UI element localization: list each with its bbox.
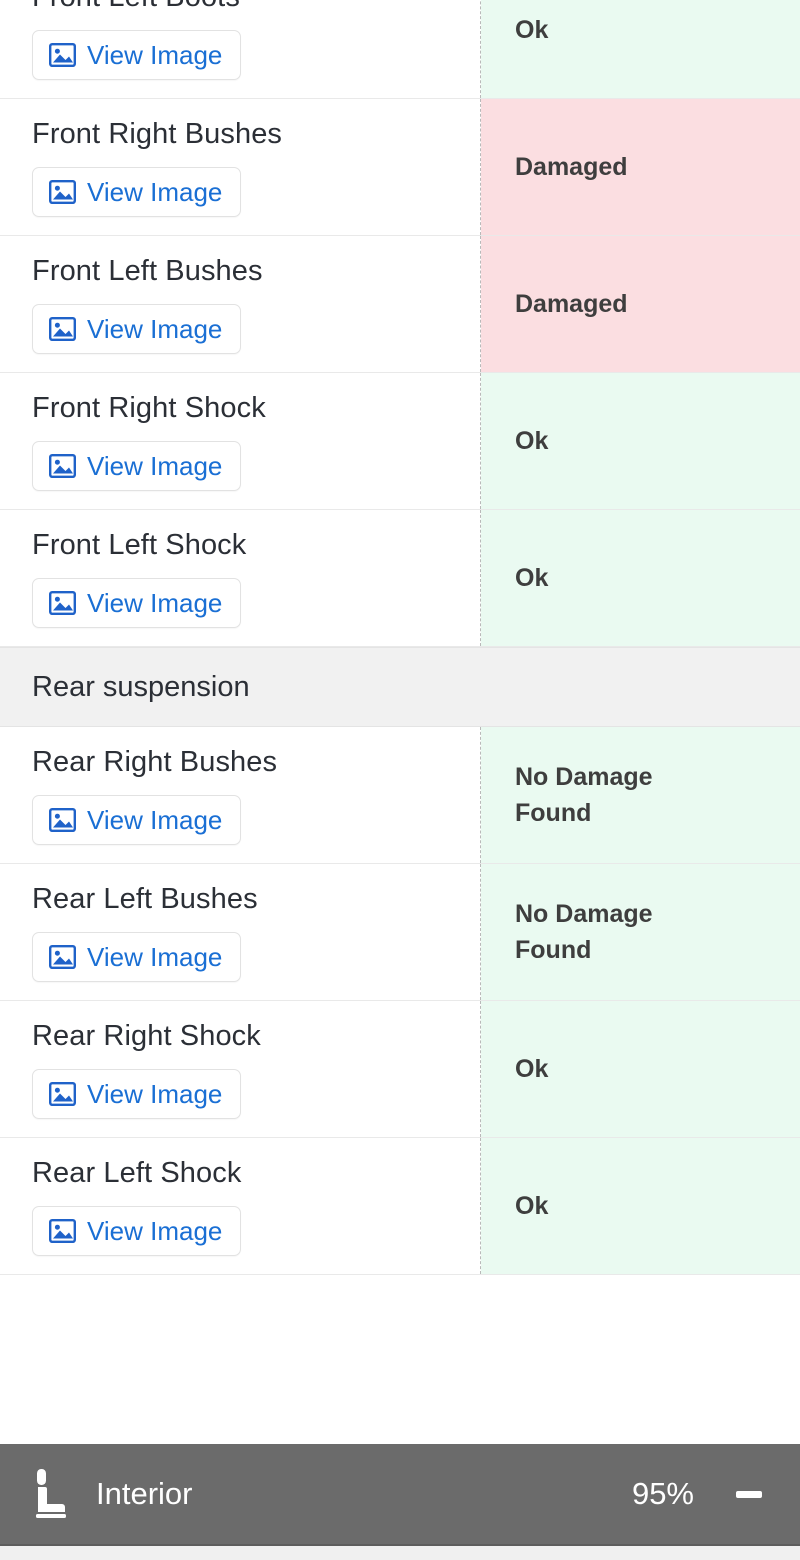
status-cell: Ok — [481, 510, 800, 646]
part-name: Front Left Bushes — [32, 255, 263, 287]
status-cell: Damaged — [481, 99, 800, 235]
table-row: Rear Right Shock View Image Ok — [0, 1001, 800, 1138]
inspection-table: Front Left BootsView ImageOkFront Right … — [0, 0, 800, 1275]
view-image-label: View Image — [87, 451, 223, 481]
status-cell: Ok — [481, 373, 800, 509]
car-seat-icon — [36, 1469, 66, 1518]
image-icon — [49, 808, 76, 832]
view-image-label: View Image — [87, 40, 223, 70]
view-image-label: View Image — [87, 177, 223, 207]
part-cell: Rear Left Bushes View Image — [0, 864, 481, 1000]
page-footer-strip — [0, 1546, 800, 1560]
minus-icon[interactable] — [736, 1490, 762, 1498]
image-icon — [49, 1082, 76, 1106]
status-badge: No Damage Found — [515, 763, 653, 827]
part-cell: Rear Right Bushes View Image — [0, 727, 481, 863]
status-cell: No Damage Found — [481, 864, 800, 1000]
part-cell: Front Right Bushes View Image — [0, 99, 481, 235]
part-cell: Front Right Shock View Image — [0, 373, 481, 509]
status-badge: Ok — [515, 1055, 549, 1083]
part-cell: Front Left Boots View Image — [0, 0, 481, 98]
part-name: Rear Right Bushes — [32, 746, 278, 778]
status-cell: No Damage Found — [481, 727, 800, 863]
view-image-label: View Image — [87, 942, 223, 972]
part-name: Rear Right Shock — [32, 1020, 261, 1052]
section-header-rear-suspension: Rear suspension — [0, 647, 800, 727]
part-name: Front Right Shock — [32, 392, 266, 424]
part-cell: Front Left Shock View Image — [0, 510, 481, 646]
part-name: Front Left Shock — [32, 529, 247, 561]
view-image-label: View Image — [87, 1216, 223, 1246]
part-name: Rear Left Bushes — [32, 883, 258, 915]
view-image-label: View Image — [87, 1079, 223, 1109]
status-cell: Ok — [481, 0, 800, 98]
status-badge: Ok — [515, 1192, 549, 1220]
table-row: Front Left Bushes View Image Damaged — [0, 236, 800, 373]
view-image-label: View Image — [87, 588, 223, 618]
image-icon — [49, 1219, 76, 1243]
status-badge: Damaged — [515, 290, 628, 318]
status-badge: No Damage Found — [515, 900, 653, 964]
section-title: Rear suspension — [32, 671, 250, 703]
part-name: Rear Left Shock — [32, 1157, 242, 1189]
view-image-button[interactable]: View Image — [32, 167, 242, 217]
status-cell: Ok — [481, 1001, 800, 1137]
status-badge: Damaged — [515, 153, 628, 181]
view-image-button[interactable]: View Image — [32, 1206, 242, 1256]
view-image-button[interactable]: View Image — [32, 578, 242, 628]
status-cell: Ok — [481, 1138, 800, 1274]
table-row: Rear Right Bushes View Image No Damage Fou… — [0, 727, 800, 864]
status-badge: Ok — [515, 16, 549, 44]
table-row: Front Right Shock View Image Ok — [0, 373, 800, 510]
image-icon — [49, 454, 76, 478]
view-image-button[interactable]: View Image — [32, 30, 242, 80]
image-icon — [49, 591, 76, 615]
image-icon — [49, 317, 76, 341]
view-image-label: View Image — [87, 314, 223, 344]
view-image-button[interactable]: View Image — [32, 304, 242, 354]
part-cell: Front Left Bushes View Image — [0, 236, 481, 372]
part-cell: Rear Right Shock View Image — [0, 1001, 481, 1137]
table-row: Rear Left Shock View Image Ok — [0, 1138, 800, 1275]
table-row: Front Right Bushes View Image Damaged — [0, 99, 800, 236]
view-image-label: View Image — [87, 805, 223, 835]
bottom-bar-label: Interior — [96, 1476, 193, 1511]
status-cell: Damaged — [481, 236, 800, 372]
image-icon — [49, 945, 76, 969]
view-image-button[interactable]: View Image — [32, 441, 242, 491]
bottom-section-bar-interior[interactable]: Interior 95% — [0, 1444, 800, 1546]
status-badge: Ok — [515, 427, 549, 455]
view-image-button[interactable]: View Image — [32, 795, 242, 845]
part-name: Front Left Boots — [32, 0, 240, 14]
image-icon — [49, 43, 76, 67]
bottom-bar-percent: 95% — [631, 1476, 694, 1511]
image-icon — [49, 180, 76, 204]
view-image-button[interactable]: View Image — [32, 932, 242, 982]
part-cell: Rear Left Shock View Image — [0, 1138, 481, 1274]
table-row: Front Left Shock View Image Ok — [0, 510, 800, 647]
part-name: Front Right Bushes — [32, 118, 283, 150]
status-badge: Ok — [515, 564, 549, 592]
table-row: Front Left Boots View Image Ok — [0, 0, 800, 99]
view-image-button[interactable]: View Image — [32, 1069, 242, 1119]
table-row: Rear Left Bushes View Image No Damage Foun… — [0, 864, 800, 1001]
